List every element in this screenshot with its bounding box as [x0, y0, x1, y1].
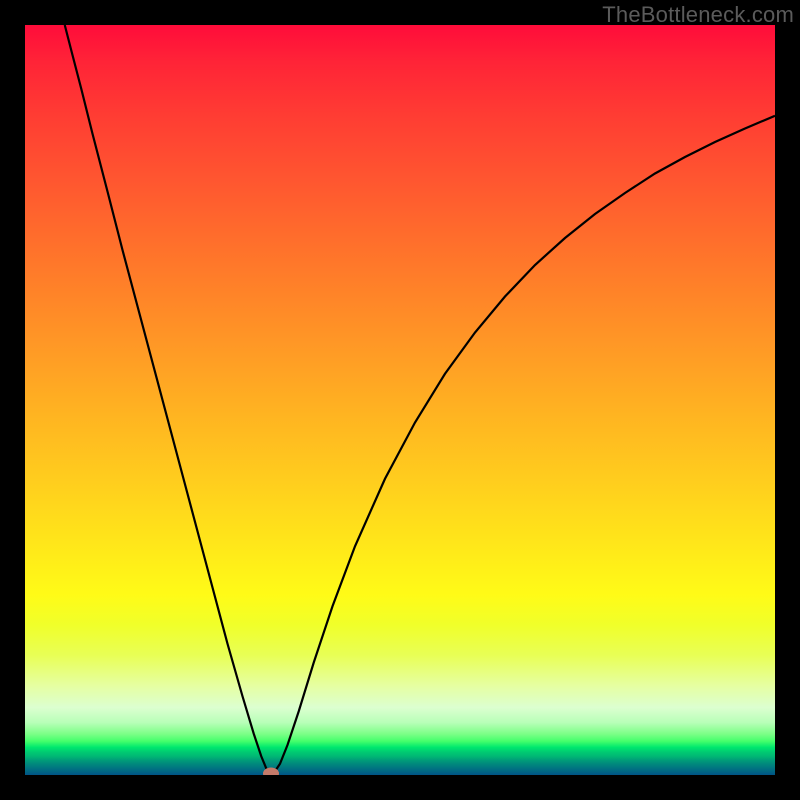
watermark-text: TheBottleneck.com — [602, 2, 794, 28]
chart-svg — [25, 25, 775, 775]
plot-area — [25, 25, 775, 775]
bottleneck-curve — [65, 25, 775, 774]
